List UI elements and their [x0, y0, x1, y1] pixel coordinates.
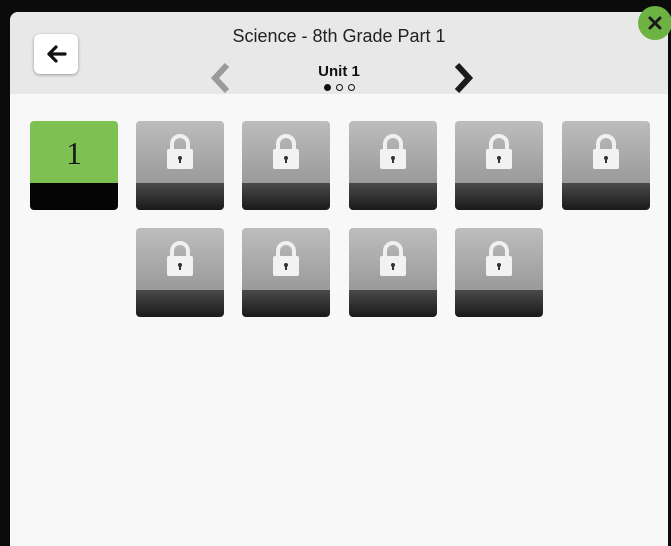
lock-icon	[486, 241, 512, 276]
locked-level-tile[interactable]	[349, 228, 437, 317]
close-icon	[648, 16, 662, 30]
lock-icon	[167, 241, 193, 276]
page-title: Science - 8th Grade Part 1	[232, 26, 446, 46]
locked-level-tile[interactable]	[349, 121, 437, 210]
unit-label: Unit 1	[318, 63, 360, 80]
level-select-dialog: Science - 8th Grade Part 1 Unit 1 1	[10, 12, 668, 546]
lock-icon	[486, 134, 512, 169]
lock-icon	[380, 241, 406, 276]
level-tile-1[interactable]: 1	[30, 121, 118, 210]
locked-level-tile[interactable]	[562, 121, 650, 210]
chevron-right-icon[interactable]	[450, 62, 476, 94]
page-dot[interactable]	[335, 84, 343, 91]
level-number: 1	[66, 134, 82, 171]
lock-icon	[273, 241, 299, 276]
locked-level-tile[interactable]	[136, 228, 224, 317]
dialog-header: Science - 8th Grade Part 1 Unit 1	[10, 12, 668, 94]
arrow-left-icon	[47, 45, 67, 63]
lock-icon	[593, 134, 619, 169]
lock-icon	[167, 134, 193, 169]
lock-icon	[380, 134, 406, 169]
page-indicator	[10, 84, 668, 91]
locked-level-tile[interactable]	[455, 121, 543, 210]
locked-level-tile[interactable]	[242, 228, 330, 317]
close-button[interactable]	[638, 6, 671, 40]
page-dot[interactable]	[323, 84, 331, 91]
lock-icon	[273, 134, 299, 169]
page-dot[interactable]	[347, 84, 355, 91]
locked-level-tile[interactable]	[455, 228, 543, 317]
locked-level-tile[interactable]	[242, 121, 330, 210]
locked-level-tile[interactable]	[136, 121, 224, 210]
